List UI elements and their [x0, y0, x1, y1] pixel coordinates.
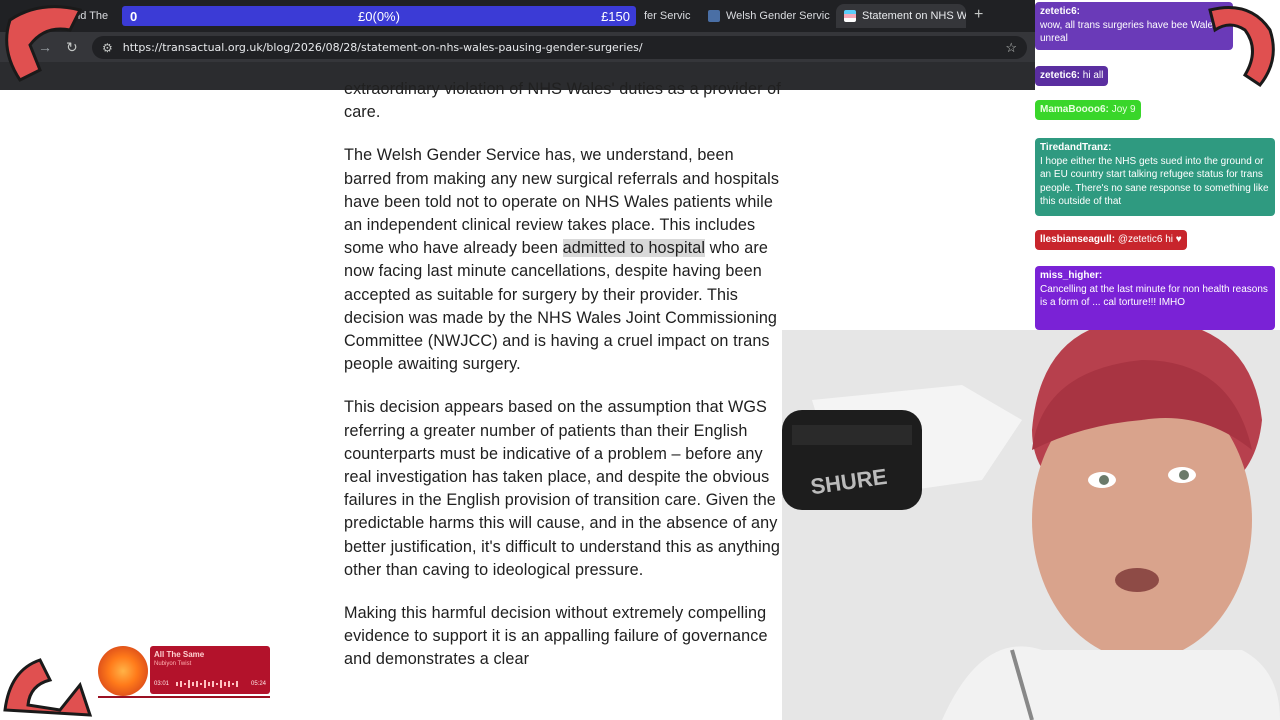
track-elapsed: 03:01: [154, 681, 170, 687]
chat-username: miss_higher:: [1040, 270, 1103, 281]
chat-text: hi all: [1082, 70, 1104, 81]
address-bar[interactable]: ⚙ https://transactual.org.uk/blog/2026/0…: [92, 36, 1027, 59]
chat-username: zetetic6:: [1040, 70, 1081, 81]
tab-label: fer Servic: [644, 10, 691, 22]
chat-message: zetetic6: hi all: [1035, 66, 1109, 86]
paragraph-text: who are now facing last minute cancellat…: [344, 239, 778, 374]
chat-message: MamaBoooo6: Joy 9: [1035, 100, 1141, 120]
donation-progress: £0(0%): [358, 8, 400, 24]
chat-username: TiredandTranz:: [1040, 142, 1112, 153]
chat-message: miss_higher: Cancelling at the last minu…: [1035, 266, 1275, 330]
browser-toolbar: → ↻ ⚙ https://transactual.org.uk/blog/20…: [0, 32, 1035, 62]
donation-goal-bar: 0 £0(0%) £150: [122, 6, 636, 26]
chat-username: MamaBoooo6:: [1040, 104, 1109, 115]
chat-text: Joy 9: [1111, 104, 1136, 115]
paragraph-text: extraordinary violation of NHS Wales' du…: [344, 80, 781, 122]
track-duration: 05:24: [250, 681, 266, 687]
track-title: All The Same: [154, 650, 205, 659]
track-card: All The Same Nubiyon Twist 03:01 05:24: [150, 646, 270, 694]
corner-decoration-icon: [1208, 6, 1275, 88]
tab-label: Welsh Gender Servic: [726, 10, 830, 22]
close-icon[interactable]: ✕: [690, 9, 696, 23]
article-paragraph: The Welsh Gender Service has, we underst…: [344, 144, 784, 376]
corner-decoration-icon: [5, 5, 83, 82]
url-text: https://transactual.org.uk/blog/2026/08/…: [122, 41, 643, 54]
chat-message: TiredandTranz: I hope either the NHS get…: [1035, 138, 1275, 216]
donation-goal: £150: [601, 8, 630, 24]
chat-username: zetetic6:: [1040, 6, 1081, 17]
close-icon[interactable]: ✕: [830, 9, 832, 23]
article-paragraph: This decision appears based on the assum…: [344, 396, 784, 582]
chat-text: Cancelling at the last minute for non he…: [1040, 283, 1268, 309]
favicon-icon: [708, 10, 720, 22]
webcam-image: SHURE: [782, 330, 1280, 720]
webcam-feed: SHURE: [782, 330, 1280, 720]
tab-3[interactable]: Welsh Gender Servic ✕: [700, 4, 832, 28]
tab-4-active[interactable]: Statement on NHS W ✕: [836, 4, 966, 28]
waveform-icon: [176, 680, 238, 688]
site-settings-icon[interactable]: ⚙: [102, 41, 113, 55]
tab-2[interactable]: fer Servic ✕: [636, 4, 696, 28]
paragraph-text: Making this harmful decision without ext…: [344, 604, 768, 669]
corner-decoration-icon: [3, 658, 93, 717]
chat-text: I hope either the NHS gets sued into the…: [1040, 155, 1269, 208]
article-paragraph: Making this harmful decision without ext…: [344, 602, 784, 672]
chat-message: llesbianseagull: @zetetic6 hi ♥: [1035, 230, 1187, 250]
album-art: [98, 646, 148, 696]
chat-username: llesbianseagull:: [1040, 234, 1116, 245]
now-playing-widget: All The Same Nubiyon Twist 03:01 05:24: [98, 646, 270, 698]
article-body: extraordinary violation of NHS Wales' du…: [344, 78, 784, 692]
chat-text: @zetetic6 hi ♥: [1117, 234, 1182, 245]
highlighted-text: admitted to hospital: [562, 239, 706, 258]
article-paragraph: extraordinary violation of NHS Wales' du…: [344, 78, 784, 124]
track-artist: Nubiyon Twist: [154, 661, 192, 667]
track-progress-bar: [98, 696, 270, 698]
microphone-icon: SHURE: [782, 410, 922, 510]
bookmark-star-icon[interactable]: ☆: [1005, 40, 1017, 56]
new-tab-icon[interactable]: +: [974, 6, 983, 24]
tab-label: Statement on NHS W: [862, 10, 966, 22]
favicon-icon: [844, 10, 856, 22]
paragraph-text: This decision appears based on the assum…: [344, 398, 780, 579]
